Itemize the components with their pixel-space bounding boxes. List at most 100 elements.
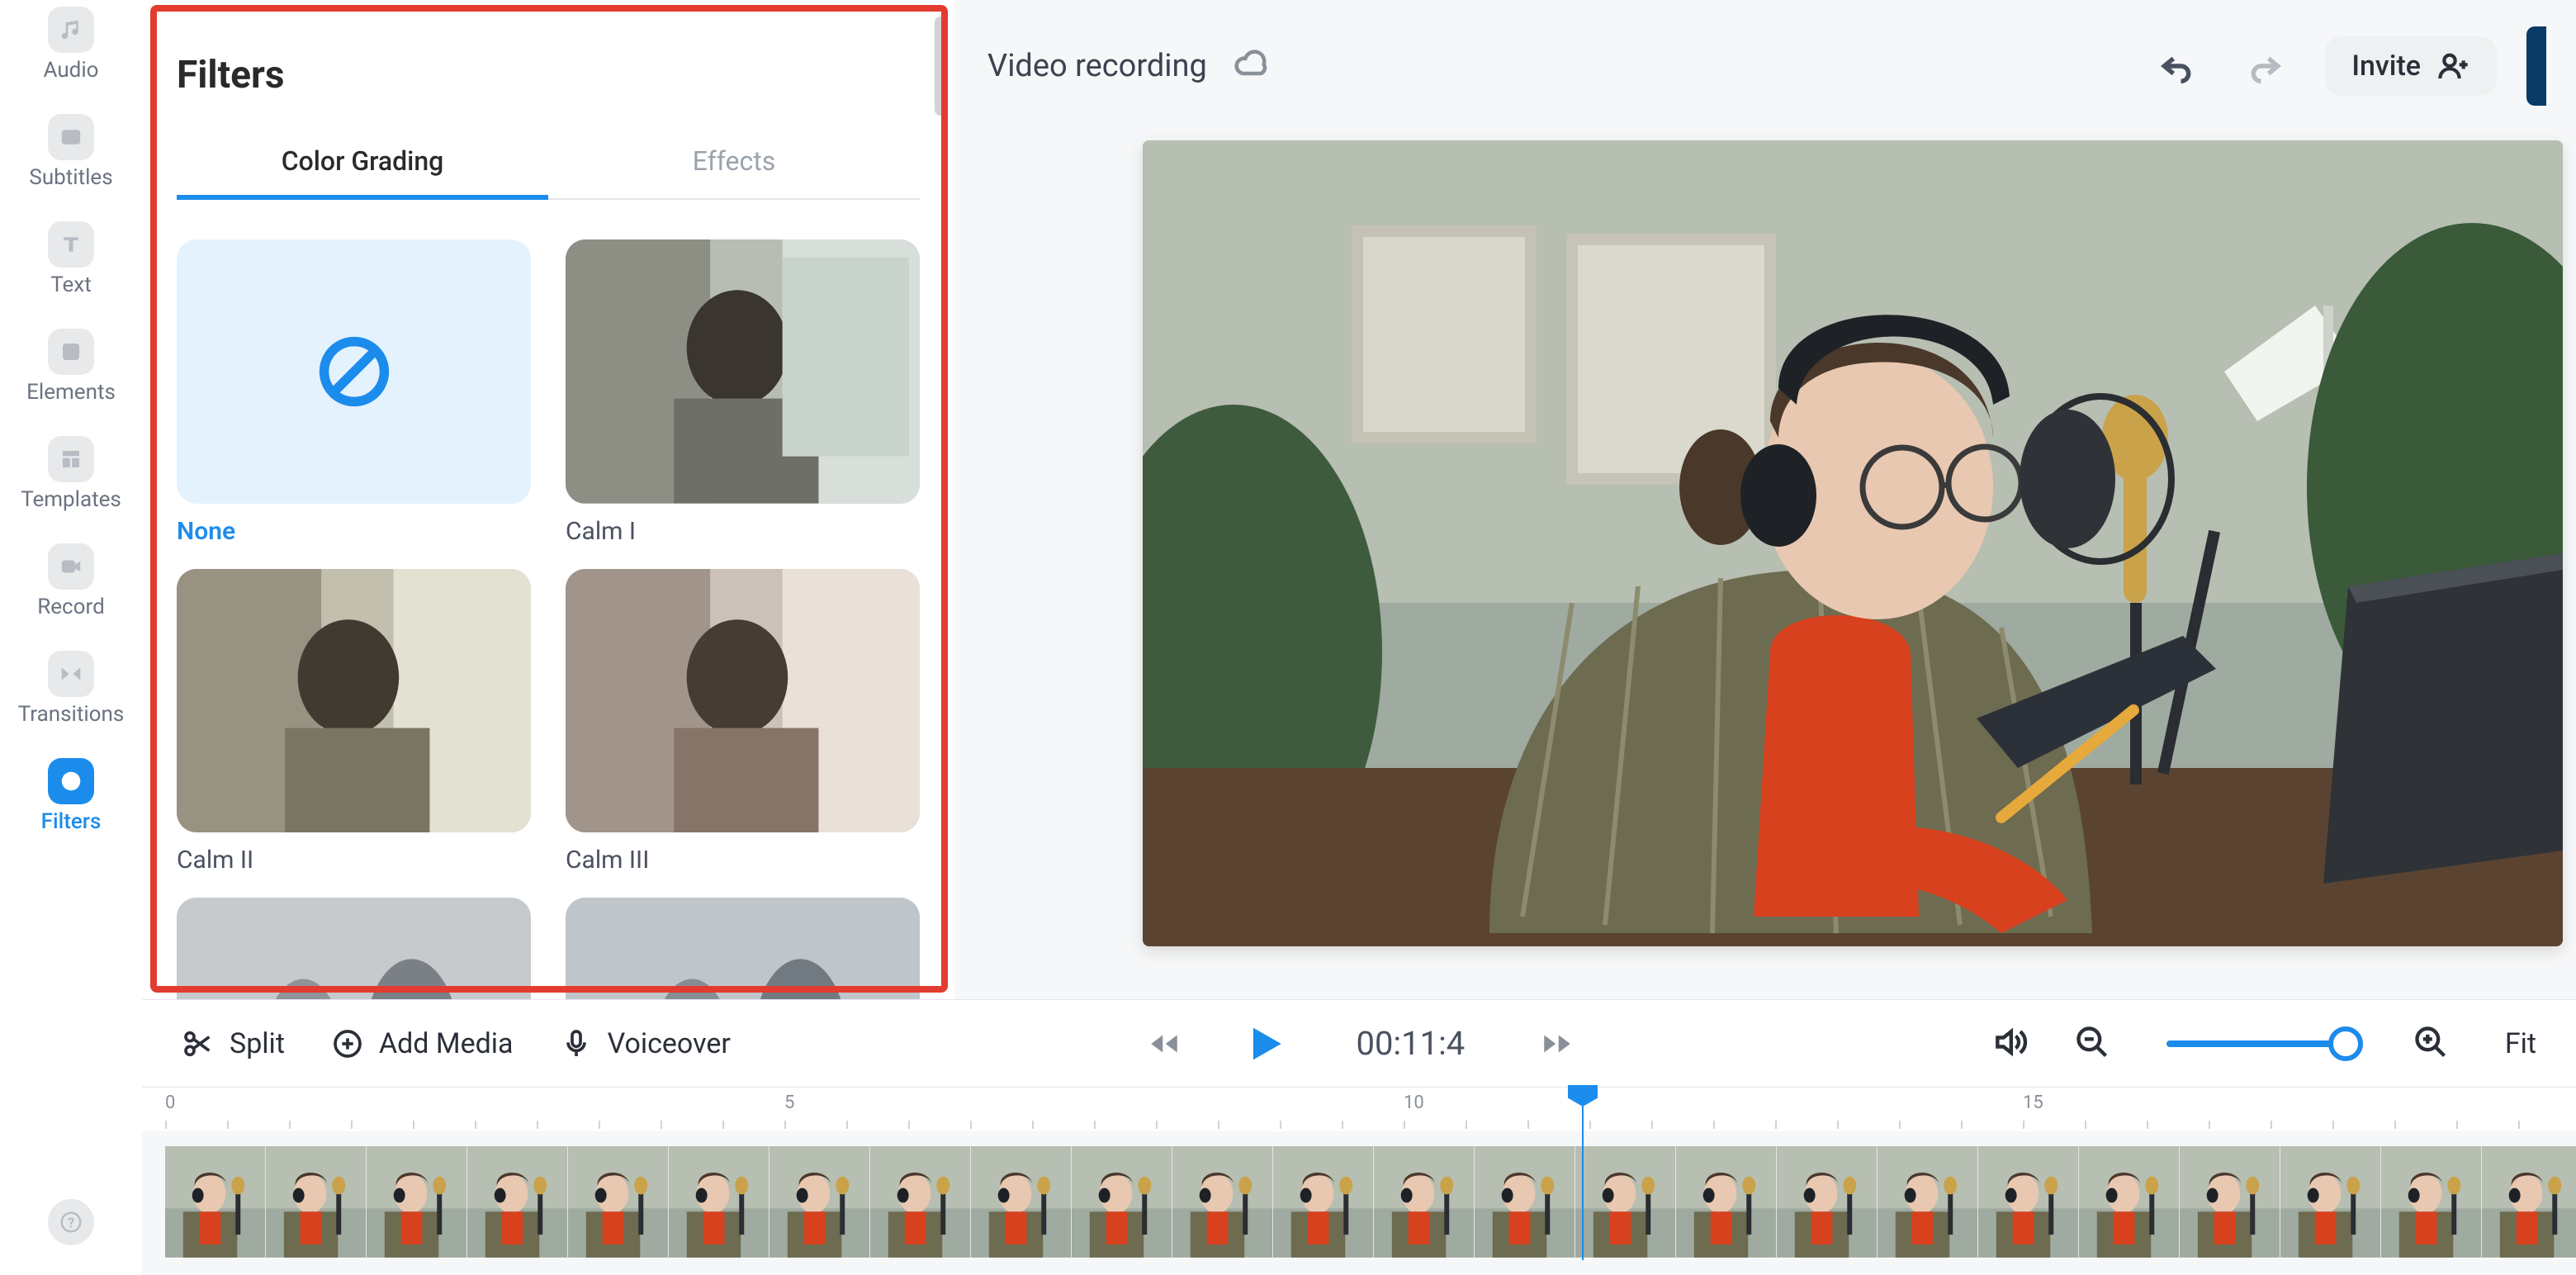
- transitions-icon: [48, 651, 94, 697]
- clip-frame: [971, 1146, 1072, 1258]
- clip-frame: [2482, 1146, 2576, 1258]
- filter-label: Calm III: [566, 846, 920, 874]
- split-button[interactable]: Split: [182, 1027, 285, 1060]
- cloud-sync-icon[interactable]: [1234, 46, 1270, 86]
- clip-frame: [1676, 1146, 1777, 1258]
- tool-label: Voiceover: [608, 1027, 731, 1060]
- templates-icon: [48, 436, 94, 482]
- scissors-icon: [182, 1027, 215, 1060]
- forward-button[interactable]: [1531, 1017, 1584, 1070]
- timeline-ruler[interactable]: 0 5 10 15: [142, 1087, 2576, 1131]
- elements-icon: [48, 329, 94, 375]
- primary-cta-edge[interactable]: [2526, 26, 2546, 106]
- zoom-out-button[interactable]: [2074, 1024, 2110, 1064]
- filter-tile-calm2[interactable]: Calm II: [177, 569, 531, 875]
- plus-circle-icon: [331, 1027, 364, 1060]
- rail-label: Templates: [21, 487, 121, 512]
- play-button[interactable]: [1237, 1017, 1290, 1070]
- filter-tile-calm3[interactable]: Calm III: [566, 569, 920, 875]
- filters-icon: [48, 758, 94, 804]
- filter-thumb: [566, 569, 920, 833]
- zoom-fit-button[interactable]: Fit: [2505, 1027, 2536, 1060]
- clip-frame: [1978, 1146, 2079, 1258]
- invite-button[interactable]: Invite: [2325, 36, 2497, 96]
- video-preview[interactable]: [1143, 140, 2563, 946]
- rewind-button[interactable]: [1138, 1017, 1191, 1070]
- tab-effects[interactable]: Effects: [548, 130, 920, 198]
- panel-tabs: Color Grading Effects: [177, 130, 920, 200]
- filter-label: Calm II: [177, 846, 531, 874]
- clip-frame: [769, 1146, 870, 1258]
- filters-panel: Filters Color Grading Effects None Calm …: [142, 0, 954, 999]
- add-user-icon: [2437, 50, 2470, 83]
- tool-rail: Audio Subtitles Text Elements Templates …: [0, 0, 142, 1275]
- tab-color-grading[interactable]: Color Grading: [177, 130, 548, 198]
- filter-thumb: [177, 569, 531, 833]
- tool-label: Split: [230, 1027, 285, 1060]
- filter-tile-calm1[interactable]: Calm I: [566, 239, 920, 546]
- filter-tile-none[interactable]: None: [177, 239, 531, 546]
- rail-label: Record: [37, 595, 104, 619]
- clip-frame: [1575, 1146, 1676, 1258]
- text-icon: [48, 221, 94, 268]
- panel-title: Filters: [177, 53, 920, 97]
- tool-label: Add Media: [379, 1027, 514, 1060]
- panel-scrollbar[interactable]: [935, 17, 946, 116]
- clip-frame: [1374, 1146, 1475, 1258]
- ruler-tick: 15: [2023, 1093, 2043, 1113]
- add-media-button[interactable]: Add Media: [331, 1027, 514, 1060]
- clip-frame: [1172, 1146, 1273, 1258]
- clip-frame: [1878, 1146, 1978, 1258]
- rail-item-text[interactable]: Text: [0, 215, 142, 307]
- video-clip[interactable]: [165, 1146, 2576, 1258]
- voiceover-button[interactable]: Voiceover: [560, 1027, 731, 1060]
- rail-label: Text: [50, 273, 91, 297]
- redo-button[interactable]: [2236, 36, 2295, 96]
- rail-item-elements[interactable]: Elements: [0, 322, 142, 415]
- rail-item-transitions[interactable]: Transitions: [0, 644, 142, 737]
- clip-frame: [2280, 1146, 2381, 1258]
- timeline-track[interactable]: [165, 1146, 2576, 1258]
- clip-frame: [1273, 1146, 1374, 1258]
- rail-item-audio[interactable]: Audio: [0, 0, 142, 92]
- clip-frame: [1475, 1146, 1575, 1258]
- ruler-tick: 0: [165, 1093, 175, 1113]
- no-filter-icon: [177, 239, 531, 504]
- clip-frame: [568, 1146, 669, 1258]
- rail-item-record[interactable]: Record: [0, 537, 142, 629]
- clip-frame: [367, 1146, 467, 1258]
- rail-item-help[interactable]: ?: [0, 1192, 142, 1255]
- rail-label: Subtitles: [29, 165, 112, 190]
- clip-frame: [1072, 1146, 1172, 1258]
- clip-frame: [1777, 1146, 1878, 1258]
- rail-item-subtitles[interactable]: Subtitles: [0, 107, 142, 200]
- timeline-toolbar: Split Add Media Voiceover 00:11:4 Fit: [142, 999, 2576, 1087]
- rail-item-templates[interactable]: Templates: [0, 429, 142, 522]
- filter-thumb: [566, 239, 920, 504]
- filter-grid: None Calm I Calm II Calm III: [177, 239, 920, 1032]
- clip-frame: [165, 1146, 266, 1258]
- playhead[interactable]: [1582, 1087, 1584, 1260]
- mic-icon: [560, 1027, 593, 1060]
- ruler-tick: 5: [784, 1093, 794, 1113]
- clip-frame: [870, 1146, 971, 1258]
- rail-item-filters[interactable]: Filters: [0, 751, 142, 844]
- filter-label: None: [177, 517, 531, 546]
- zoom-slider[interactable]: [2166, 1040, 2356, 1047]
- project-title[interactable]: Video recording: [987, 48, 1207, 84]
- clip-frame: [2180, 1146, 2280, 1258]
- record-icon: [48, 543, 94, 590]
- subtitles-icon: [48, 114, 94, 160]
- volume-button[interactable]: [1991, 1024, 2028, 1064]
- clip-frame: [669, 1146, 769, 1258]
- music-icon: [48, 7, 94, 53]
- svg-text:?: ?: [68, 1215, 74, 1230]
- clip-frame: [2079, 1146, 2180, 1258]
- clip-frame: [266, 1146, 367, 1258]
- undo-button[interactable]: [2147, 36, 2206, 96]
- zoom-in-button[interactable]: [2413, 1024, 2449, 1064]
- ruler-tick: 10: [1404, 1093, 1424, 1113]
- editor-topbar: Video recording Invite: [954, 0, 2576, 132]
- rail-label: Audio: [44, 58, 99, 83]
- clip-frame: [467, 1146, 568, 1258]
